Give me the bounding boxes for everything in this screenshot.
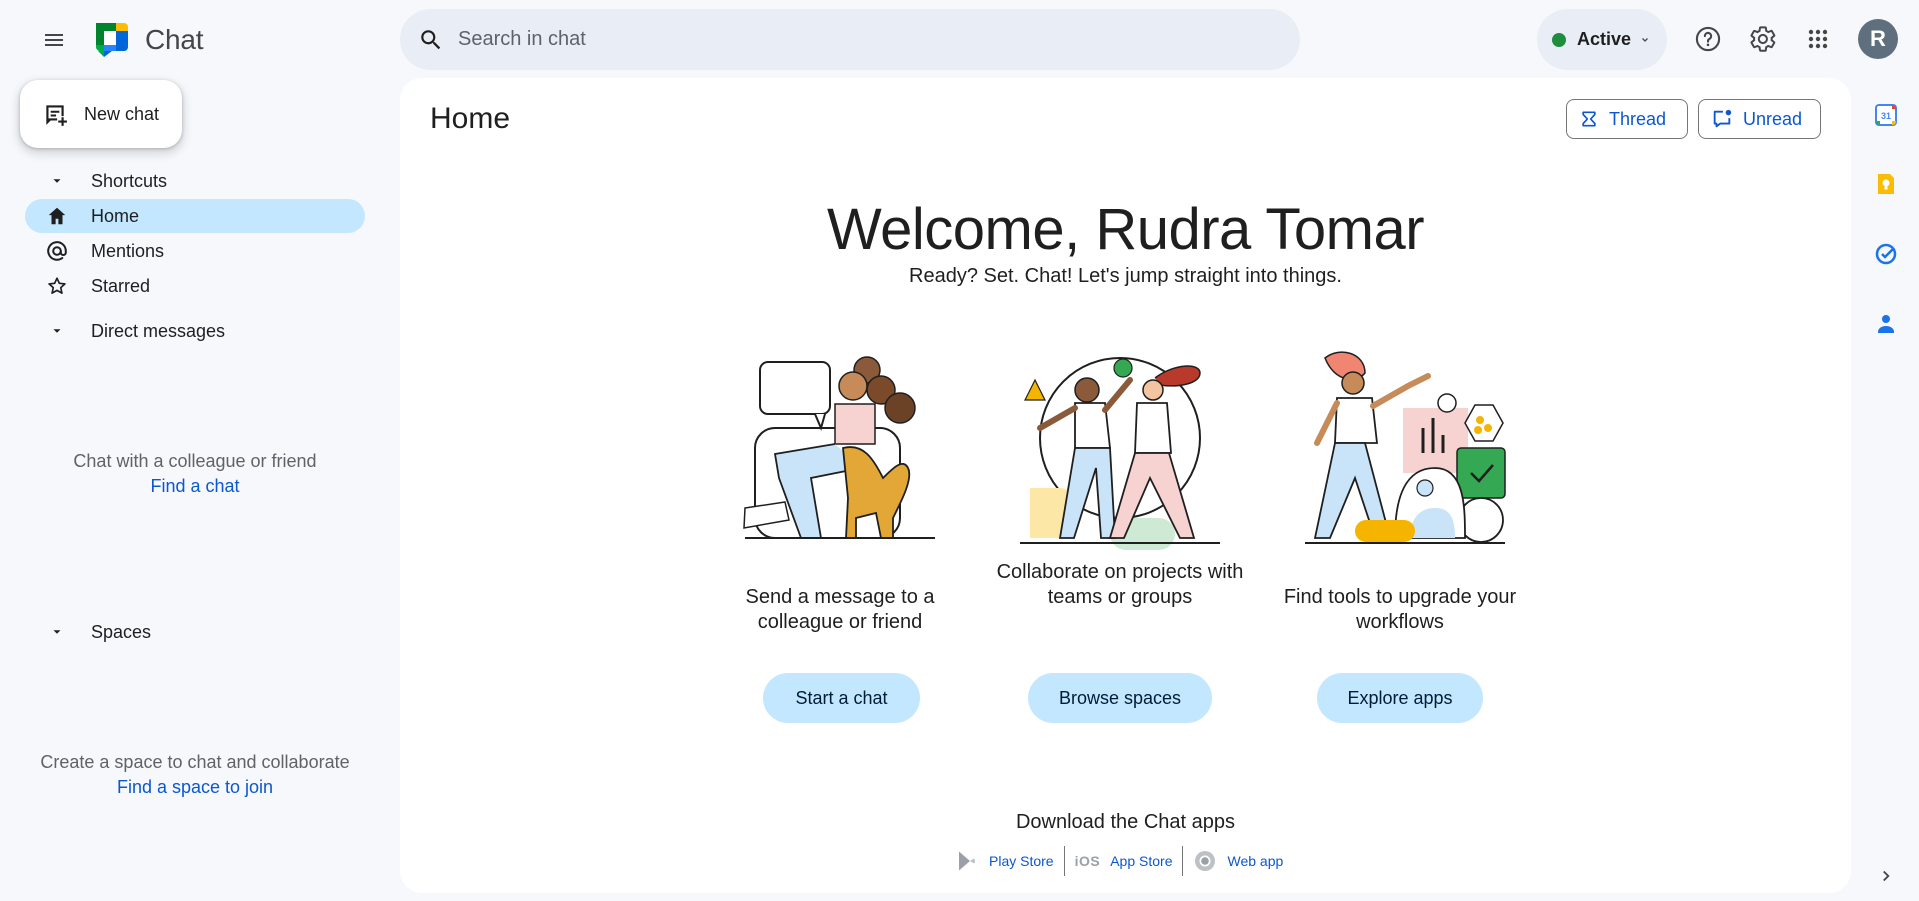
contacts-app-button[interactable] [1872, 310, 1900, 338]
browse-spaces-caption: Collaborate on projects with teams or gr… [996, 561, 1244, 608]
home-icon [48, 207, 66, 225]
avatar[interactable]: R [1858, 19, 1898, 59]
star-icon [48, 277, 66, 294]
sidebar-item-label: Mentions [91, 240, 165, 261]
ios-label-icon: iOS [1074, 853, 1101, 869]
help-icon [1695, 26, 1721, 52]
main-menu-button[interactable] [34, 20, 74, 60]
gear-icon [1750, 26, 1776, 52]
at-icon [47, 241, 67, 261]
web-app-link[interactable]: Web app [1227, 853, 1283, 869]
tools-person-illustration [1305, 351, 1506, 544]
caret-down-icon [53, 329, 61, 333]
app-store-link[interactable]: App Store [1110, 853, 1172, 869]
calendar-icon: 31 [1875, 104, 1897, 126]
sidebar-item-label: Starred [91, 275, 151, 296]
unread-filter-button[interactable]: Unread [1698, 99, 1821, 139]
welcome-heading: Welcome, Rudra Tomar [826, 197, 1425, 262]
thread-filter-label: Thread [1609, 108, 1667, 129]
store-links: Play Store iOS App Store Web app [945, 845, 1293, 877]
new-chat-button[interactable]: New chat [20, 80, 182, 148]
chat-person-dog-illustration [743, 356, 935, 539]
main-panel: Home Thread Unread Welcome, Rudra Tomar … [400, 78, 1851, 893]
web-app-item: Web app [1183, 845, 1293, 877]
status-dropdown[interactable]: Active [1537, 9, 1667, 70]
find-chat-link[interactable]: Find a chat [150, 476, 239, 496]
status-indicator [1552, 32, 1566, 47]
chevron-right-icon [1883, 870, 1890, 882]
direct-messages-label: Direct messages [91, 320, 226, 341]
search-input[interactable] [458, 28, 1258, 51]
hamburger-icon [45, 34, 63, 46]
explore-apps-button[interactable]: Explore apps [1317, 673, 1483, 723]
download-apps-heading: Download the Chat apps [1015, 811, 1236, 833]
tasks-app-button[interactable] [1872, 240, 1900, 268]
svg-text:31: 31 [1881, 111, 1891, 121]
calendar-app-button[interactable]: 31 [1872, 101, 1900, 129]
welcome-subtitle: Ready? Set. Chat! Let's jump straight in… [909, 265, 1342, 287]
dm-empty-text: Chat with a colleague or friend [73, 451, 317, 471]
browse-spaces-button[interactable]: Browse spaces [1028, 673, 1212, 723]
settings-button[interactable] [1743, 19, 1783, 59]
chat-logo-icon[interactable] [92, 19, 132, 59]
apps-grid-icon [1808, 29, 1828, 49]
collaborate-people-illustration [1020, 357, 1220, 550]
help-button[interactable] [1688, 19, 1728, 59]
top-bar: Chat Active R [0, 0, 1919, 78]
find-space-link[interactable]: Find a space to join [117, 777, 273, 797]
chevron-down-icon [1642, 37, 1648, 42]
new-chat-label: New chat [84, 103, 160, 124]
spaces-empty-text: Create a space to chat and collaborate [40, 752, 350, 772]
play-store-item: Play Store [945, 845, 1064, 877]
thread-icon [1582, 111, 1596, 127]
spaces-section-toggle[interactable]: Spaces [42, 617, 151, 647]
app-name: Chat [145, 24, 204, 55]
shortcuts-label: Shortcuts [91, 170, 168, 191]
play-store-link[interactable]: Play Store [989, 853, 1054, 869]
browse-spaces-card: Collaborate on projects with teams or gr… [990, 348, 1250, 608]
chrome-icon [1195, 851, 1216, 871]
unread-filter-label: Unread [1743, 108, 1803, 129]
explore-apps-card: Find tools to upgrade your workflows [1270, 348, 1530, 633]
search-bar[interactable] [400, 9, 1300, 70]
app-store-item: iOS App Store [1065, 845, 1183, 877]
page-title: Home [430, 102, 511, 135]
start-chat-button[interactable]: Start a chat [763, 673, 920, 723]
expand-side-panel-button[interactable] [1872, 862, 1900, 890]
start-chat-card: Send a message to a colleague or friend [710, 348, 970, 633]
explore-apps-caption: Find tools to upgrade your workflows [1283, 586, 1517, 633]
keep-icon [1878, 174, 1894, 194]
search-icon [421, 29, 441, 49]
caret-down-icon [53, 630, 61, 634]
spaces-label: Spaces [91, 621, 152, 642]
play-store-icon [959, 851, 975, 871]
thread-filter-button[interactable]: Thread [1566, 99, 1688, 139]
unread-icon [1713, 109, 1732, 128]
tasks-icon [1875, 243, 1897, 265]
shortcuts-section-toggle[interactable]: Shortcuts [42, 166, 167, 196]
new-chat-icon [46, 105, 67, 126]
sidebar-item-mentions[interactable]: Mentions [25, 234, 365, 268]
google-apps-button[interactable] [1798, 19, 1838, 59]
sidebar-item-home[interactable]: Home [25, 199, 365, 233]
start-chat-caption: Send a message to a colleague or friend [745, 586, 935, 633]
contacts-icon [1878, 315, 1894, 333]
keep-app-button[interactable] [1872, 170, 1900, 198]
direct-messages-section-toggle[interactable]: Direct messages [42, 316, 225, 346]
caret-down-icon [53, 179, 61, 183]
status-label: Active [1577, 29, 1632, 49]
sidebar-item-label: Home [91, 205, 140, 226]
sidebar-item-starred[interactable]: Starred [25, 269, 365, 303]
